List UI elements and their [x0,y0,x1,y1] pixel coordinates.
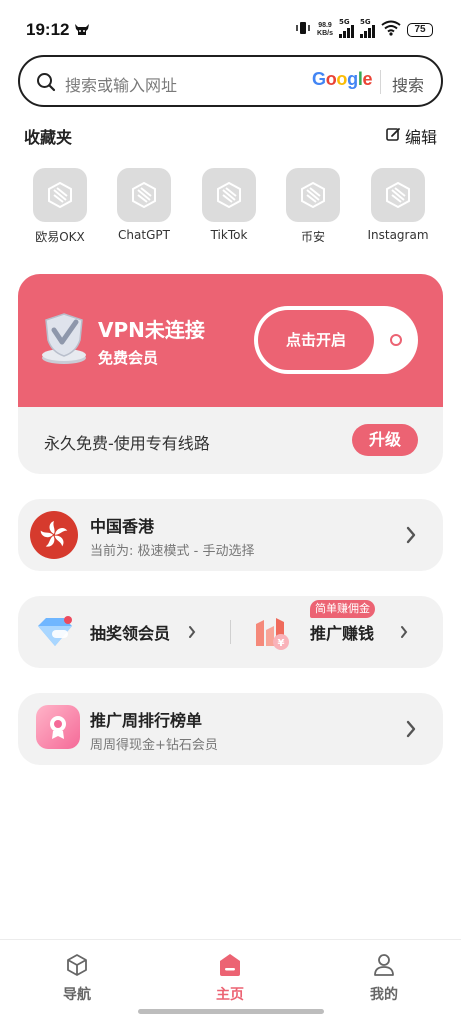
favorite-label: ChatGPT [118,228,170,242]
favorite-label: 币安 [300,230,325,244]
tab-profile[interactable]: 我的 [339,950,429,1004]
placeholder-logo-icon [371,168,425,222]
chevron-right-icon [188,624,196,643]
user-icon [339,950,429,980]
search-icon [36,72,56,96]
promo-card: 抽奖领会员 ¥ 简单赚佣金 推广赚钱 [18,596,443,668]
home-indicator[interactable] [138,1009,324,1014]
placeholder-logo-icon [202,168,256,222]
ranking-title: 推广周排行榜单 [90,711,203,730]
tab-label: 我的 [370,987,398,1003]
favorite-okx[interactable]: 欧易OKX [20,168,100,245]
cube-icon [32,950,122,980]
placeholder-logo-icon [33,168,87,222]
vpn-card: VPN未连接 免费会员 点击开启 永久免费-使用专有线路 升级 [18,274,443,474]
google-logo[interactable]: Google [312,69,373,90]
placeholder-logo-icon [286,168,340,222]
chevron-right-icon [405,719,417,743]
lottery-membership-button[interactable]: 抽奖领会员 [90,620,170,644]
region-subtitle: 当前为: 极速模式 - 手动选择 [90,544,255,559]
favorite-tiktok[interactable]: TikTok [189,168,269,242]
region-title: 中国香港 [90,517,155,536]
sim2-network-type: 5G [360,18,371,26]
edit-favorites-button[interactable]: 编辑 [386,124,437,148]
promote-earn-button[interactable]: 推广赚钱 [310,620,374,644]
sim1-network-type: 5G [339,18,350,26]
search-input[interactable]: 搜索或输入网址 [65,72,177,96]
promo-divider [230,620,231,644]
signal-sim1-icon: 5G [339,18,354,38]
net-speed: 98.9 KB/s [317,22,333,38]
home-icon [185,950,275,980]
net-speed-value: 98.9 [318,22,332,29]
search-bar[interactable]: 搜索或输入网址 Google 搜索 [18,55,443,107]
hong-kong-flag-icon [30,511,78,559]
status-indicators: 98.9 KB/s 5G 5G 75 [295,18,433,40]
status-bar: 19:12 98.9 KB/s 5G 5G 75 [0,0,461,52]
weekly-ranking-row[interactable]: 推广周排行榜单 周周得现金+钻石会员 [18,693,443,765]
placeholder-logo-icon [117,168,171,222]
net-speed-unit: KB/s [317,30,333,37]
chevron-right-icon [405,525,417,549]
battery-indicator: 75 [407,23,433,37]
tab-navigation[interactable]: 导航 [32,950,122,1004]
promote-earn-icon[interactable]: ¥ [252,612,292,656]
vpn-free-line-text: 永久免费-使用专有线路 [44,434,210,453]
favorite-instagram[interactable]: Instagram [358,168,438,242]
tab-home[interactable]: 主页 [185,950,275,1004]
diamond-icon[interactable] [34,614,76,654]
region-selector[interactable]: 中国香港 当前为: 极速模式 - 手动选择 [18,499,443,571]
favorites-title: 收藏夹 [24,128,73,147]
status-time: 19:12 [26,20,70,39]
favorite-label: 欧易OKX [35,230,85,244]
vpn-toggle[interactable]: 点击开启 [254,306,418,374]
search-divider [380,70,381,94]
edit-icon [386,127,401,146]
favorite-label: TikTok [210,228,248,242]
search-button[interactable]: 搜索 [392,72,424,96]
promote-badge: 简单赚佣金 [310,600,375,618]
favorite-label: Instagram [367,228,429,242]
vpn-shield-icon [38,310,90,370]
vpn-membership: 免费会员 [98,349,159,367]
wifi-icon [381,20,401,40]
toggle-dot-icon [390,334,402,346]
upgrade-button[interactable]: 升级 [352,424,418,456]
vpn-status: VPN未连接 [98,318,205,342]
vibrate-icon [295,20,311,40]
svg-text:¥: ¥ [278,638,285,649]
tab-label: 导航 [63,987,91,1003]
favorite-chatgpt[interactable]: ChatGPT [104,168,184,242]
favorite-binance[interactable]: 币安 [273,168,353,245]
ranking-medal-icon [36,705,80,749]
vpn-connect-button[interactable]: 点击开启 [258,310,374,370]
signal-sim2-icon: 5G [360,18,375,38]
chevron-right-icon [400,624,408,643]
tab-label: 主页 [216,987,244,1003]
edit-label: 编辑 [405,128,438,147]
ranking-subtitle: 周周得现金+钻石会员 [90,738,218,753]
bull-icon [73,22,91,41]
vpn-status-panel: VPN未连接 免费会员 点击开启 [18,274,443,407]
